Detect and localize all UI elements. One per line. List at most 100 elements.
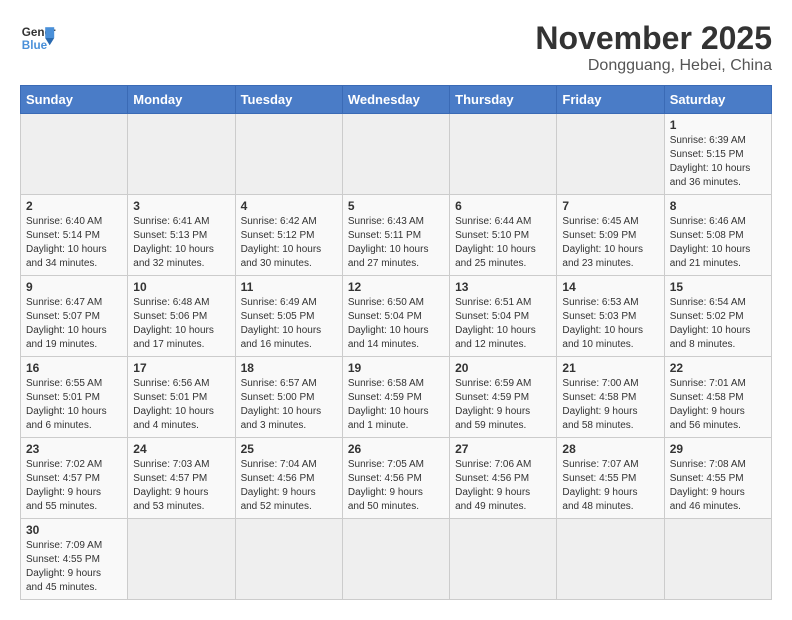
day-cell: 4 Sunrise: 6:42 AM Sunset: 5:12 PM Daylig… (235, 195, 342, 276)
day-number: 29 (670, 442, 766, 456)
day-info: Sunrise: 6:51 AM Sunset: 5:04 PM Dayligh… (455, 296, 551, 352)
day-info: Sunrise: 6:44 AM Sunset: 5:10 PM Dayligh… (455, 215, 551, 271)
day-number: 1 (670, 118, 766, 132)
day-info: Sunrise: 6:41 AM Sunset: 5:13 PM Dayligh… (133, 215, 229, 271)
day-info: Sunrise: 7:03 AM Sunset: 4:57 PM Dayligh… (133, 458, 229, 514)
week-row-1: 2 Sunrise: 6:40 AM Sunset: 5:14 PM Daylig… (21, 195, 772, 276)
day-number: 22 (670, 361, 766, 375)
day-cell: 24 Sunrise: 7:03 AM Sunset: 4:57 PM Dayli… (128, 438, 235, 519)
day-cell: 5Sunrise: 6:43 AM Sunset: 5:11 PM Daylig… (342, 195, 449, 276)
week-row-0: 1 Sunrise: 6:39 AM Sunset: 5:15 PM Daylig… (21, 114, 772, 195)
day-info: Sunrise: 6:45 AM Sunset: 5:09 PM Dayligh… (562, 215, 658, 271)
day-number: 10 (133, 280, 229, 294)
day-info: Sunrise: 6:48 AM Sunset: 5:06 PM Dayligh… (133, 296, 229, 352)
day-cell: 2 Sunrise: 6:40 AM Sunset: 5:14 PM Daylig… (21, 195, 128, 276)
day-cell: 17 Sunrise: 6:56 AM Sunset: 5:01 PM Dayli… (128, 357, 235, 438)
day-cell: 1 Sunrise: 6:39 AM Sunset: 5:15 PM Daylig… (664, 114, 771, 195)
col-header-sunday: Sunday (21, 86, 128, 114)
day-cell (557, 519, 664, 600)
logo-icon: General Blue (20, 20, 56, 56)
day-info: Sunrise: 7:00 AM Sunset: 4:58 PM Dayligh… (562, 377, 658, 433)
day-info: Sunrise: 6:56 AM Sunset: 5:01 PM Dayligh… (133, 377, 229, 433)
day-number: 26 (348, 442, 444, 456)
svg-text:Blue: Blue (22, 39, 48, 52)
logo: General Blue (20, 20, 56, 56)
day-number: 13 (455, 280, 551, 294)
day-number: 14 (562, 280, 658, 294)
col-header-monday: Monday (128, 86, 235, 114)
day-cell: 6 Sunrise: 6:44 AM Sunset: 5:10 PM Daylig… (450, 195, 557, 276)
day-number: 2 (26, 199, 122, 213)
day-number: 17 (133, 361, 229, 375)
day-number: 18 (241, 361, 337, 375)
week-row-2: 9 Sunrise: 6:47 AM Sunset: 5:07 PM Daylig… (21, 276, 772, 357)
day-info: Sunrise: 6:43 AM Sunset: 5:11 PM Dayligh… (348, 215, 444, 271)
day-cell: 15 Sunrise: 6:54 AM Sunset: 5:02 PM Dayli… (664, 276, 771, 357)
day-info: Sunrise: 6:49 AM Sunset: 5:05 PM Dayligh… (241, 296, 337, 352)
day-cell: 16Sunrise: 6:55 AM Sunset: 5:01 PM Dayli… (21, 357, 128, 438)
col-header-friday: Friday (557, 86, 664, 114)
day-info: Sunrise: 6:39 AM Sunset: 5:15 PM Dayligh… (670, 134, 766, 190)
subtitle: Dongguang, Hebei, China (535, 57, 772, 75)
day-info: Sunrise: 7:07 AM Sunset: 4:55 PM Dayligh… (562, 458, 658, 514)
day-number: 27 (455, 442, 551, 456)
day-cell: 25Sunrise: 7:04 AM Sunset: 4:56 PM Dayli… (235, 438, 342, 519)
day-cell (664, 519, 771, 600)
day-info: Sunrise: 7:01 AM Sunset: 4:58 PM Dayligh… (670, 377, 766, 433)
day-info: Sunrise: 6:47 AM Sunset: 5:07 PM Dayligh… (26, 296, 122, 352)
day-cell: 20Sunrise: 6:59 AM Sunset: 4:59 PM Dayli… (450, 357, 557, 438)
day-info: Sunrise: 6:54 AM Sunset: 5:02 PM Dayligh… (670, 296, 766, 352)
day-info: Sunrise: 7:06 AM Sunset: 4:56 PM Dayligh… (455, 458, 551, 514)
calendar-table: SundayMondayTuesdayWednesdayThursdayFrid… (20, 85, 772, 600)
day-cell: 27 Sunrise: 7:06 AM Sunset: 4:56 PM Dayli… (450, 438, 557, 519)
day-number: 25 (241, 442, 337, 456)
day-cell: 18 Sunrise: 6:57 AM Sunset: 5:00 PM Dayli… (235, 357, 342, 438)
week-row-3: 16Sunrise: 6:55 AM Sunset: 5:01 PM Dayli… (21, 357, 772, 438)
day-cell: 13 Sunrise: 6:51 AM Sunset: 5:04 PM Dayli… (450, 276, 557, 357)
day-info: Sunrise: 6:55 AM Sunset: 5:01 PM Dayligh… (26, 377, 122, 433)
day-info: Sunrise: 6:42 AM Sunset: 5:12 PM Dayligh… (241, 215, 337, 271)
day-cell (128, 519, 235, 600)
day-cell: 7 Sunrise: 6:45 AM Sunset: 5:09 PM Daylig… (557, 195, 664, 276)
day-number: 20 (455, 361, 551, 375)
day-number: 3 (133, 199, 229, 213)
day-number: 9 (26, 280, 122, 294)
day-cell (235, 114, 342, 195)
day-number: 11 (241, 280, 337, 294)
day-cell: 12 Sunrise: 6:50 AM Sunset: 5:04 PM Dayli… (342, 276, 449, 357)
day-info: Sunrise: 6:46 AM Sunset: 5:08 PM Dayligh… (670, 215, 766, 271)
day-cell: 9 Sunrise: 6:47 AM Sunset: 5:07 PM Daylig… (21, 276, 128, 357)
day-number: 8 (670, 199, 766, 213)
day-cell: 14 Sunrise: 6:53 AM Sunset: 5:03 PM Dayli… (557, 276, 664, 357)
week-row-5: 30Sunrise: 7:09 AM Sunset: 4:55 PM Dayli… (21, 519, 772, 600)
day-info: Sunrise: 7:02 AM Sunset: 4:57 PM Dayligh… (26, 458, 122, 514)
day-number: 4 (241, 199, 337, 213)
day-number: 6 (455, 199, 551, 213)
day-cell: 21Sunrise: 7:00 AM Sunset: 4:58 PM Dayli… (557, 357, 664, 438)
day-info: Sunrise: 6:53 AM Sunset: 5:03 PM Dayligh… (562, 296, 658, 352)
day-number: 24 (133, 442, 229, 456)
day-cell (235, 519, 342, 600)
day-cell (342, 519, 449, 600)
col-header-tuesday: Tuesday (235, 86, 342, 114)
day-info: Sunrise: 6:57 AM Sunset: 5:00 PM Dayligh… (241, 377, 337, 433)
day-info: Sunrise: 7:08 AM Sunset: 4:55 PM Dayligh… (670, 458, 766, 514)
day-info: Sunrise: 6:40 AM Sunset: 5:14 PM Dayligh… (26, 215, 122, 271)
col-header-thursday: Thursday (450, 86, 557, 114)
col-header-saturday: Saturday (664, 86, 771, 114)
day-info: Sunrise: 6:50 AM Sunset: 5:04 PM Dayligh… (348, 296, 444, 352)
day-number: 19 (348, 361, 444, 375)
day-cell: 3 Sunrise: 6:41 AM Sunset: 5:13 PM Daylig… (128, 195, 235, 276)
day-number: 15 (670, 280, 766, 294)
main-title: November 2025 (535, 20, 772, 57)
day-cell (128, 114, 235, 195)
day-number: 7 (562, 199, 658, 213)
day-number: 28 (562, 442, 658, 456)
day-cell: 10 Sunrise: 6:48 AM Sunset: 5:06 PM Dayli… (128, 276, 235, 357)
day-number: 12 (348, 280, 444, 294)
day-cell (450, 519, 557, 600)
day-cell (450, 114, 557, 195)
day-info: Sunrise: 6:58 AM Sunset: 4:59 PM Dayligh… (348, 377, 444, 433)
calendar-header-row: SundayMondayTuesdayWednesdayThursdayFrid… (21, 86, 772, 114)
day-cell: 23Sunrise: 7:02 AM Sunset: 4:57 PM Dayli… (21, 438, 128, 519)
